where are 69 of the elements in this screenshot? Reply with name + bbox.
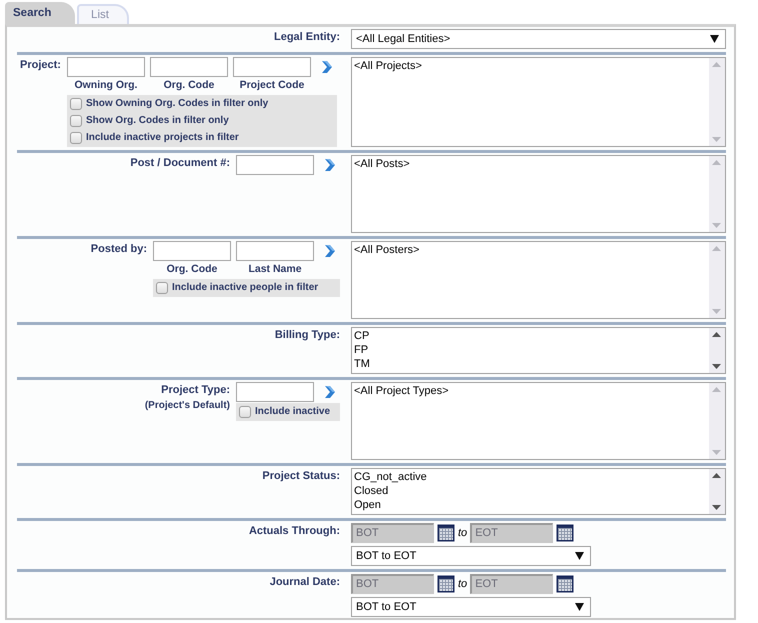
checkbox[interactable]	[70, 98, 82, 110]
go-arrow-icon[interactable]	[323, 244, 337, 258]
list-option[interactable]: <All Project Types>	[354, 384, 707, 398]
list-option[interactable]: <All Posters>	[354, 242, 707, 257]
scroll-down-icon[interactable]	[712, 504, 721, 510]
text-field[interactable]	[153, 240, 231, 261]
scrollbar[interactable]	[709, 328, 725, 373]
checkbox[interactable]	[70, 114, 82, 127]
checkbox-option[interactable]: Show Owning Org. Codes in filter only	[70, 96, 334, 111]
field-caption: Org. Code	[166, 262, 218, 277]
calendar-icon[interactable]	[437, 524, 455, 542]
range-separator: to	[458, 576, 468, 592]
list-option[interactable]: FP	[354, 342, 707, 357]
list-option[interactable]: CP	[354, 328, 707, 343]
field-label: Posted by:	[90, 242, 147, 255]
checkbox-option[interactable]: Include inactive people in filter	[156, 280, 337, 294]
go-arrow-icon[interactable]	[323, 384, 337, 399]
text-field[interactable]	[150, 57, 228, 77]
scrollbar[interactable]	[709, 468, 725, 514]
text-field[interactable]	[236, 154, 314, 175]
field-caption: Last Name	[248, 262, 302, 277]
list-box[interactable]: <All Project Types>	[351, 382, 726, 460]
range-separator: to	[458, 526, 468, 540]
field-caption: Owning Org.	[74, 78, 138, 93]
go-arrow-icon[interactable]	[320, 60, 334, 74]
caret-icon	[710, 35, 719, 43]
list-option[interactable]: <All Projects>	[354, 59, 707, 73]
checkbox-option[interactable]: Include inactive projects in filter	[70, 130, 334, 145]
list-option[interactable]: TM	[354, 356, 707, 371]
list-box[interactable]: CG_not_active Closed Open	[351, 468, 726, 515]
scroll-up-icon[interactable]	[712, 332, 721, 337]
list-box[interactable]: CP FP TM	[351, 326, 726, 374]
list-box[interactable]: <All Posts>	[351, 154, 726, 233]
list-box[interactable]: <All Posters>	[351, 240, 726, 319]
checkbox-option[interactable]: Include inactive	[239, 404, 337, 419]
field-label: Legal Entity:	[274, 31, 340, 43]
field-caption: Project Code	[240, 78, 304, 93]
checkbox[interactable]	[156, 282, 168, 294]
scroll-up-icon[interactable]	[712, 472, 721, 478]
field-label: Post / Document #:	[130, 156, 230, 169]
calendar-icon[interactable]	[437, 574, 455, 593]
field-label: Journal Date:	[270, 576, 340, 588]
list-option[interactable]: Open	[354, 498, 707, 512]
text-field[interactable]	[236, 240, 314, 261]
checkbox[interactable]	[239, 406, 251, 418]
field-label: Actuals Through:	[248, 524, 340, 537]
text-field[interactable]	[232, 57, 311, 77]
text-field[interactable]	[66, 57, 145, 77]
field-hint: (Project's Default)	[144, 399, 230, 414]
field-label: Project Status:	[262, 470, 340, 482]
field-label: Billing Type:	[274, 328, 340, 341]
field-label: Project:	[20, 59, 61, 71]
dropdown[interactable]: <All Legal Entities>	[351, 29, 726, 49]
caret-icon	[575, 602, 584, 611]
checkbox[interactable]	[70, 132, 82, 144]
caret-icon	[575, 552, 584, 560]
field-caption: Org. Code	[164, 78, 214, 93]
tab[interactable]: Search	[5, 2, 75, 24]
list-box[interactable]: <All Projects>	[351, 57, 726, 147]
calendar-icon[interactable]	[556, 574, 574, 593]
list-option[interactable]: Closed	[354, 484, 707, 498]
calendar-icon[interactable]	[556, 524, 574, 542]
list-option[interactable]: CG_not_active	[354, 470, 707, 484]
field-label: Project Type:	[161, 384, 230, 396]
go-arrow-icon[interactable]	[323, 158, 337, 172]
text-field[interactable]	[236, 382, 314, 402]
scroll-down-icon[interactable]	[712, 364, 721, 369]
list-option[interactable]: <All Posts>	[354, 156, 707, 171]
checkbox-option[interactable]: Show Org. Codes in filter only	[70, 114, 334, 128]
